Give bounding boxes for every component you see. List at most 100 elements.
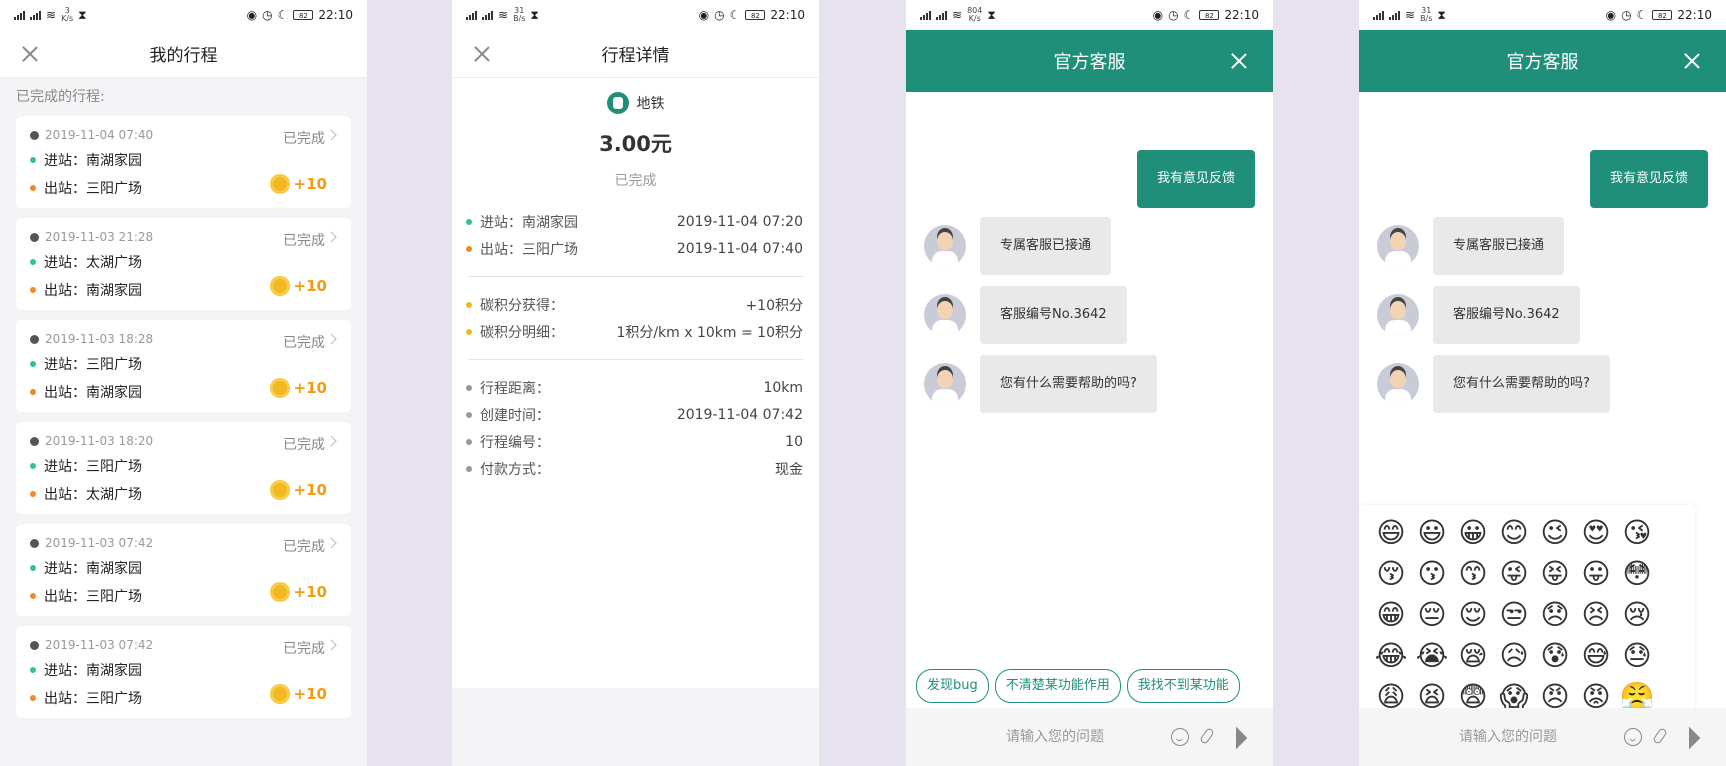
trip-card[interactable]: 2019-11-03 18:28 已完成 进站：三阳广场 出站：南湖家园 +10	[16, 320, 351, 412]
message-input[interactable]: 请输入您的问题	[1006, 726, 1104, 746]
emoji-item[interactable]: 😗	[1412, 554, 1452, 594]
detail-key: 出站：三阳广场	[480, 241, 578, 258]
agent-bubble: 专属客服已接通	[1433, 217, 1565, 275]
entry-station: 进站：三阳广场	[30, 354, 337, 374]
user-message[interactable]: 我有意见反馈	[1136, 150, 1255, 208]
info-dot	[466, 411, 472, 418]
trip-card[interactable]: 2019-11-03 07:42 已完成 进站：南湖家园 出站：三阳广场 +10	[16, 626, 351, 718]
detail-row: 创建时间： 2019-11-04 07:42	[452, 401, 819, 428]
emoji-icon[interactable]	[1624, 728, 1642, 746]
trip-status[interactable]: 已完成	[283, 128, 325, 148]
emoji-item[interactable]: 😭	[1412, 636, 1452, 676]
page-title: 我的行程	[149, 46, 218, 66]
trip-card[interactable]: 2019-11-03 18:20 已完成 进站：三阳广场 出站：太湖广场 +10	[16, 422, 351, 514]
points-text: +10	[293, 277, 327, 295]
emoji-item[interactable]: 😁	[1371, 595, 1411, 635]
chip-cannot-find[interactable]: 我找不到某功能	[1126, 669, 1240, 703]
signal-icon	[466, 10, 477, 20]
emoji-icon[interactable]	[1171, 728, 1189, 746]
emoji-item[interactable]: 😒	[1494, 595, 1534, 635]
points-text: +10	[293, 583, 327, 601]
emoji-item[interactable]: 😀	[1453, 513, 1493, 553]
trip-list: 2019-11-04 07:40 已完成 进站：南湖家园 出站：三阳广场 +10 2019…	[0, 116, 367, 718]
emoji-item[interactable]: 😜	[1494, 554, 1534, 594]
signal-icon	[482, 10, 493, 20]
trip-status[interactable]: 已完成	[283, 230, 325, 250]
emoji-item[interactable]: 😣	[1576, 595, 1616, 635]
close-icon[interactable]	[1680, 49, 1704, 73]
signal-icon	[920, 10, 931, 20]
exit-dot	[30, 287, 36, 293]
wifi-icon: ≋	[46, 8, 57, 22]
message-input[interactable]: 请输入您的问题	[1459, 726, 1557, 746]
points-earned: +10	[269, 174, 327, 194]
emoji-item[interactable]: 😅	[1576, 636, 1616, 676]
emoji-item[interactable]: 😌	[1453, 595, 1493, 635]
emoji-item[interactable]: 😢	[1617, 595, 1657, 635]
close-icon[interactable]	[470, 42, 494, 66]
emoji-item[interactable]: 😘	[1617, 513, 1657, 553]
trip-card[interactable]: 2019-11-03 21:28 已完成 进站：太湖广场 出站：南湖家园 +10	[16, 218, 351, 310]
close-icon[interactable]	[18, 42, 42, 66]
wifi-icon: ≋	[1405, 8, 1416, 22]
hourglass-icon: ⧗	[530, 7, 539, 22]
emoji-item[interactable]: 😥	[1494, 636, 1534, 676]
status-bar: ≋ 31 B/s ⧗ ◉ ◷ ☾ 82 22:10	[1359, 0, 1726, 30]
panel-my-trips: ≋ 3 K/s ⧗ ◉ ◷ ☾ 82 22:10 我的行程 已完成的行程: 201…	[0, 0, 367, 766]
coin-icon	[269, 582, 290, 602]
network-speed: 31 B/s	[1420, 6, 1433, 23]
points-text: +10	[293, 685, 327, 703]
emoji-item[interactable]: 😞	[1535, 595, 1575, 635]
chip-bug[interactable]: 发现bug	[916, 669, 989, 703]
emoji-item[interactable]: 😝	[1535, 554, 1575, 594]
signal-icon	[1373, 10, 1384, 20]
emoji-item[interactable]: 😊	[1494, 513, 1534, 553]
agent-message: 您有什么需要帮助的吗?	[924, 355, 1157, 413]
emoji-item[interactable]: 😛	[1576, 554, 1616, 594]
clock-icon	[30, 130, 39, 140]
exit-dot	[30, 491, 36, 497]
alarm-icon: ◷	[262, 8, 273, 22]
info-dot	[466, 384, 472, 391]
agent-message: 客服编号No.3642	[924, 286, 1127, 344]
entry-dot	[30, 463, 36, 469]
emoji-item[interactable]: 😙	[1453, 554, 1493, 594]
points-text: +10	[293, 481, 327, 499]
detail-value: 1积分/km x 10km = 10积分	[616, 324, 803, 341]
eye-icon: ◉	[246, 8, 258, 22]
emoji-item[interactable]: 😄	[1371, 513, 1411, 553]
emoji-item[interactable]: 😓	[1617, 636, 1657, 676]
entry-station-text: 进站：南湖家园	[44, 663, 142, 679]
exit-dot	[30, 695, 36, 701]
emoji-item[interactable]: 😍	[1576, 513, 1616, 553]
close-icon[interactable]	[1227, 49, 1251, 73]
chip-unclear-feature[interactable]: 不清楚某功能作用	[994, 669, 1121, 703]
agent-message: 专属客服已接通	[924, 217, 1112, 275]
emoji-item[interactable]: 😚	[1371, 554, 1411, 594]
attach-icon[interactable]	[1652, 727, 1668, 745]
emoji-item[interactable]: 😰	[1535, 636, 1575, 676]
panel-chat-emoji: ≋ 31 B/s ⧗ ◉ ◷ ☾ 82 22:10 官方客服 我有意见反馈 专属客…	[1359, 0, 1726, 766]
emoji-item[interactable]: 😪	[1453, 636, 1493, 676]
trip-card[interactable]: 2019-11-04 07:40 已完成 进站：南湖家园 出站：三阳广场 +10	[16, 116, 351, 208]
trip-status[interactable]: 已完成	[283, 536, 325, 556]
emoji-item[interactable]: 😳	[1617, 554, 1657, 594]
trip-card[interactable]: 2019-11-03 07:42 已完成 进站：南湖家园 出站：三阳广场 +10	[16, 524, 351, 616]
input-bar: 请输入您的问题	[1359, 708, 1726, 766]
trip-status[interactable]: 已完成	[283, 638, 325, 658]
emoji-item[interactable]: 😃	[1412, 513, 1452, 553]
emoji-item[interactable]: 😔	[1412, 595, 1452, 635]
trip-status[interactable]: 已完成	[283, 332, 325, 352]
agent-bubble: 客服编号No.3642	[980, 286, 1127, 344]
send-icon[interactable]	[1224, 726, 1248, 750]
status-time: 22:10	[1224, 8, 1259, 22]
detail-value: 10km	[763, 379, 803, 396]
user-message[interactable]: 我有意见反馈	[1589, 150, 1708, 208]
attach-icon[interactable]	[1199, 727, 1215, 745]
detail-value: 2019-11-04 07:42	[676, 406, 803, 423]
emoji-item[interactable]: 😂	[1371, 636, 1411, 676]
trip-status[interactable]: 已完成	[283, 434, 325, 454]
emoji-item[interactable]: 😉	[1535, 513, 1575, 553]
send-icon[interactable]	[1677, 726, 1701, 750]
detail-row: 进站：南湖家园 2019-11-04 07:20	[452, 208, 819, 235]
